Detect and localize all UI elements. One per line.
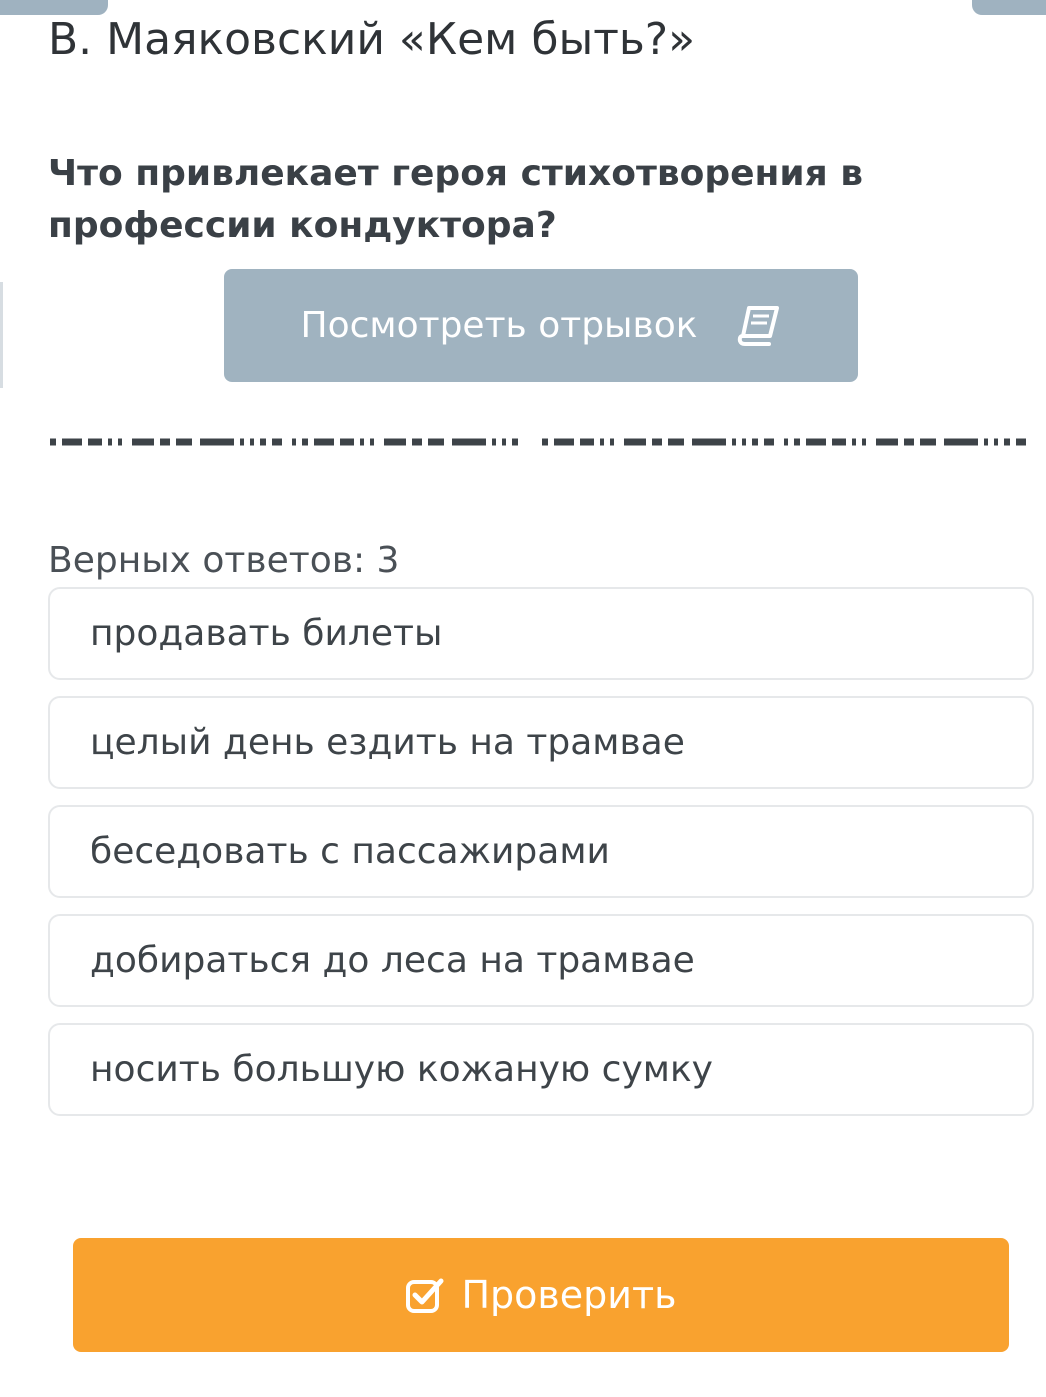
checkbox-check-icon <box>405 1276 445 1314</box>
view-excerpt-button[interactable]: Посмотреть отрывок <box>224 269 858 382</box>
top-right-tab[interactable] <box>972 0 1046 15</box>
page-title: В. Маяковский «Кем быть?» <box>48 14 696 65</box>
answer-option[interactable]: целый день ездить на трамвае <box>48 696 1034 789</box>
check-button[interactable]: Проверить <box>73 1238 1009 1352</box>
answer-option[interactable]: беседовать с пассажирами <box>48 805 1034 898</box>
check-button-label: Проверить <box>461 1273 677 1317</box>
top-left-tab[interactable] <box>0 0 108 15</box>
book-icon <box>737 305 781 346</box>
answer-option[interactable]: носить большую кожаную сумку <box>48 1023 1034 1116</box>
answer-drop-zone-dashes <box>50 438 1030 446</box>
answer-options-list: продавать билеты целый день ездить на тр… <box>48 587 1034 1132</box>
edge-divider <box>0 282 3 388</box>
answer-option[interactable]: продавать билеты <box>48 587 1034 680</box>
view-excerpt-label: Посмотреть отрывок <box>300 305 698 346</box>
question-text: Что привлекает героя стихотворения в про… <box>48 153 864 246</box>
answer-option[interactable]: добираться до леса на трамвае <box>48 914 1034 1007</box>
correct-answers-count: Верных ответов: 3 <box>48 540 400 581</box>
